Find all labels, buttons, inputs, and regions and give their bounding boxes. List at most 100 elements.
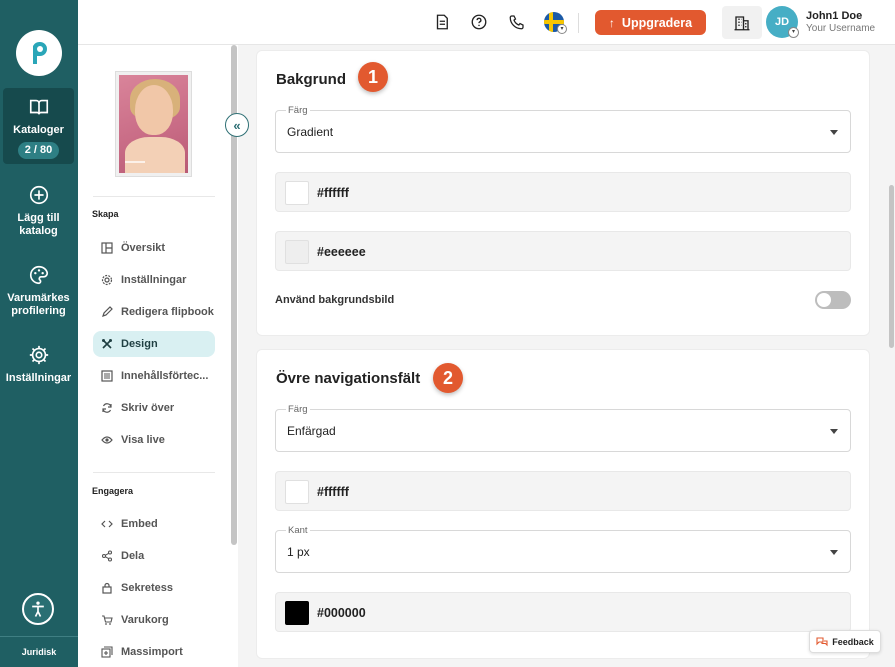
sidebar-item-label: Massimport — [121, 646, 183, 658]
sidebar-item-label: Redigera flipbook — [121, 306, 214, 318]
sidebar-item-mass-import[interactable]: Massimport — [93, 639, 215, 665]
sidebar-item-label: Sekretess — [121, 582, 173, 594]
sidebar-item-embed[interactable]: Embed — [93, 511, 215, 537]
sidebar-item-label: Inställningar — [121, 274, 187, 286]
sidebar-item-label: Visa live — [121, 434, 165, 446]
color-swatch[interactable] — [285, 181, 309, 205]
book-open-icon — [29, 99, 48, 115]
collapse-sidebar-button[interactable]: « — [225, 113, 249, 137]
help-button[interactable] — [469, 12, 489, 32]
select-value: Gradient — [287, 125, 334, 139]
arrow-up-icon: ↑ — [608, 15, 615, 30]
field-label: Färg — [286, 404, 310, 415]
topbar-divider — [578, 13, 579, 33]
background-color2-field[interactable]: #eeeeee — [275, 231, 851, 271]
sidebar-item-label: Embed — [121, 518, 158, 530]
use-background-image-toggle[interactable] — [815, 291, 851, 309]
use-background-image-label: Använd bakgrundsbild — [275, 294, 395, 306]
main-scrollbar[interactable] — [889, 185, 894, 348]
feedback-icon — [816, 636, 828, 646]
background-color-type-select[interactable]: Färg Gradient — [275, 105, 851, 153]
sidebar-item-view-live[interactable]: Visa live — [93, 427, 215, 453]
topnav-border-select[interactable]: Kant 1 px — [275, 525, 851, 573]
sidebar-item-label: Översikt — [121, 242, 166, 254]
phone-icon — [509, 15, 524, 30]
phone-button[interactable] — [507, 12, 527, 32]
sidebar-item-edit-flipbook[interactable]: Redigera flipbook — [93, 299, 215, 325]
top-navigation-title: Övre navigationsfält — [276, 370, 421, 387]
share-icon — [101, 550, 113, 562]
accessibility-icon — [32, 601, 44, 617]
user-name: John1 Doe — [806, 10, 863, 22]
plus-circle-icon — [29, 185, 48, 205]
palette-icon — [29, 265, 48, 285]
color-hex: #ffffff — [317, 485, 349, 499]
list-icon — [101, 370, 113, 382]
sidebar-item-label: Varukorg — [121, 614, 169, 626]
sidebar-item-label: Innehållsförtec... — [121, 370, 209, 382]
sidebar-item-overview[interactable]: Översikt — [93, 235, 215, 261]
rail-item-kataloger[interactable]: Kataloger 2 / 80 — [3, 88, 74, 164]
document-icon — [436, 14, 448, 30]
rail-item-branding[interactable]: Varumärkes profilering — [3, 264, 74, 318]
organization-button[interactable] — [722, 6, 762, 39]
topnav-color-field[interactable]: #ffffff — [275, 471, 851, 511]
step-badge-2: 2 — [433, 363, 463, 393]
user-username: Your Username — [806, 23, 876, 34]
topnav-color-type-select[interactable]: Färg Enfärgad — [275, 404, 851, 452]
caret-down-icon — [830, 130, 838, 135]
select-value: 1 px — [287, 545, 310, 559]
background-color1-field[interactable]: #ffffff — [275, 172, 851, 212]
field-label: Färg — [286, 105, 310, 116]
feedback-label: Feedback — [832, 636, 874, 647]
tools-icon — [102, 339, 112, 349]
cart-icon — [102, 615, 113, 625]
accessibility-button[interactable] — [22, 593, 54, 625]
sidebar-item-privacy[interactable]: Sekretess — [93, 575, 215, 601]
color-swatch[interactable] — [285, 480, 309, 504]
left-rail: Kataloger 2 / 80 Lägg till katalog Varum… — [0, 0, 78, 667]
color-hex: #ffffff — [317, 186, 349, 200]
catalog-thumbnail[interactable] — [115, 71, 192, 177]
caret-down-icon — [830, 429, 838, 434]
select-value: Enfärgad — [287, 424, 336, 438]
sidebar-item-overwrite[interactable]: Skriv över — [93, 395, 215, 421]
lock-icon — [102, 582, 112, 594]
chevrons-left-icon: « — [233, 117, 241, 133]
legal-link[interactable]: Juridisk — [0, 647, 78, 657]
color-hex: #eeeeee — [317, 245, 366, 259]
color-swatch[interactable] — [285, 240, 309, 264]
topnav-border-color-field[interactable]: #000000 — [275, 592, 851, 632]
sidebar-item-cart[interactable]: Varukorg — [93, 607, 215, 633]
top-bar: ▾ ↑ Uppgradera JD ▾ John1 Doe Your Usern… — [78, 0, 895, 45]
step-badge-1: 1 — [358, 62, 388, 92]
create-heading: Skapa — [92, 209, 119, 219]
rail-item-add-catalog[interactable]: Lägg till katalog — [3, 184, 74, 238]
chevron-down-icon: ▾ — [788, 27, 799, 38]
color-hex: #000000 — [317, 606, 366, 620]
color-swatch[interactable] — [285, 601, 309, 625]
pencil-icon — [102, 306, 113, 317]
upgrade-button[interactable]: ↑ Uppgradera — [595, 10, 706, 35]
refresh-icon — [102, 403, 112, 413]
document-button[interactable] — [432, 12, 452, 32]
sidebar-item-label: Dela — [121, 550, 145, 562]
sidebar-item-share[interactable]: Dela — [93, 543, 215, 569]
sidebar-item-design[interactable]: Design — [93, 331, 215, 357]
sidebar-item-settings[interactable]: Inställningar — [93, 267, 215, 293]
sidebar-divider — [93, 472, 215, 473]
eye-icon — [101, 436, 113, 444]
catalog-count-badge: 2 / 80 — [17, 142, 60, 159]
gear-icon — [101, 274, 113, 286]
sidebar-item-label: Skriv över — [121, 402, 175, 414]
sidebar-divider — [93, 196, 215, 197]
rail-item-settings[interactable]: Inställningar — [3, 344, 74, 385]
question-icon — [471, 14, 487, 30]
sidebar-item-label: Design — [121, 338, 158, 350]
layout-icon — [101, 242, 113, 254]
feedback-button[interactable]: Feedback — [809, 630, 881, 653]
background-title: Bakgrund — [276, 71, 347, 88]
app-logo[interactable] — [16, 30, 62, 76]
sidebar-item-contents[interactable]: Innehållsförtec... — [93, 363, 215, 389]
rail-label: Varumärkes profilering — [7, 292, 70, 317]
